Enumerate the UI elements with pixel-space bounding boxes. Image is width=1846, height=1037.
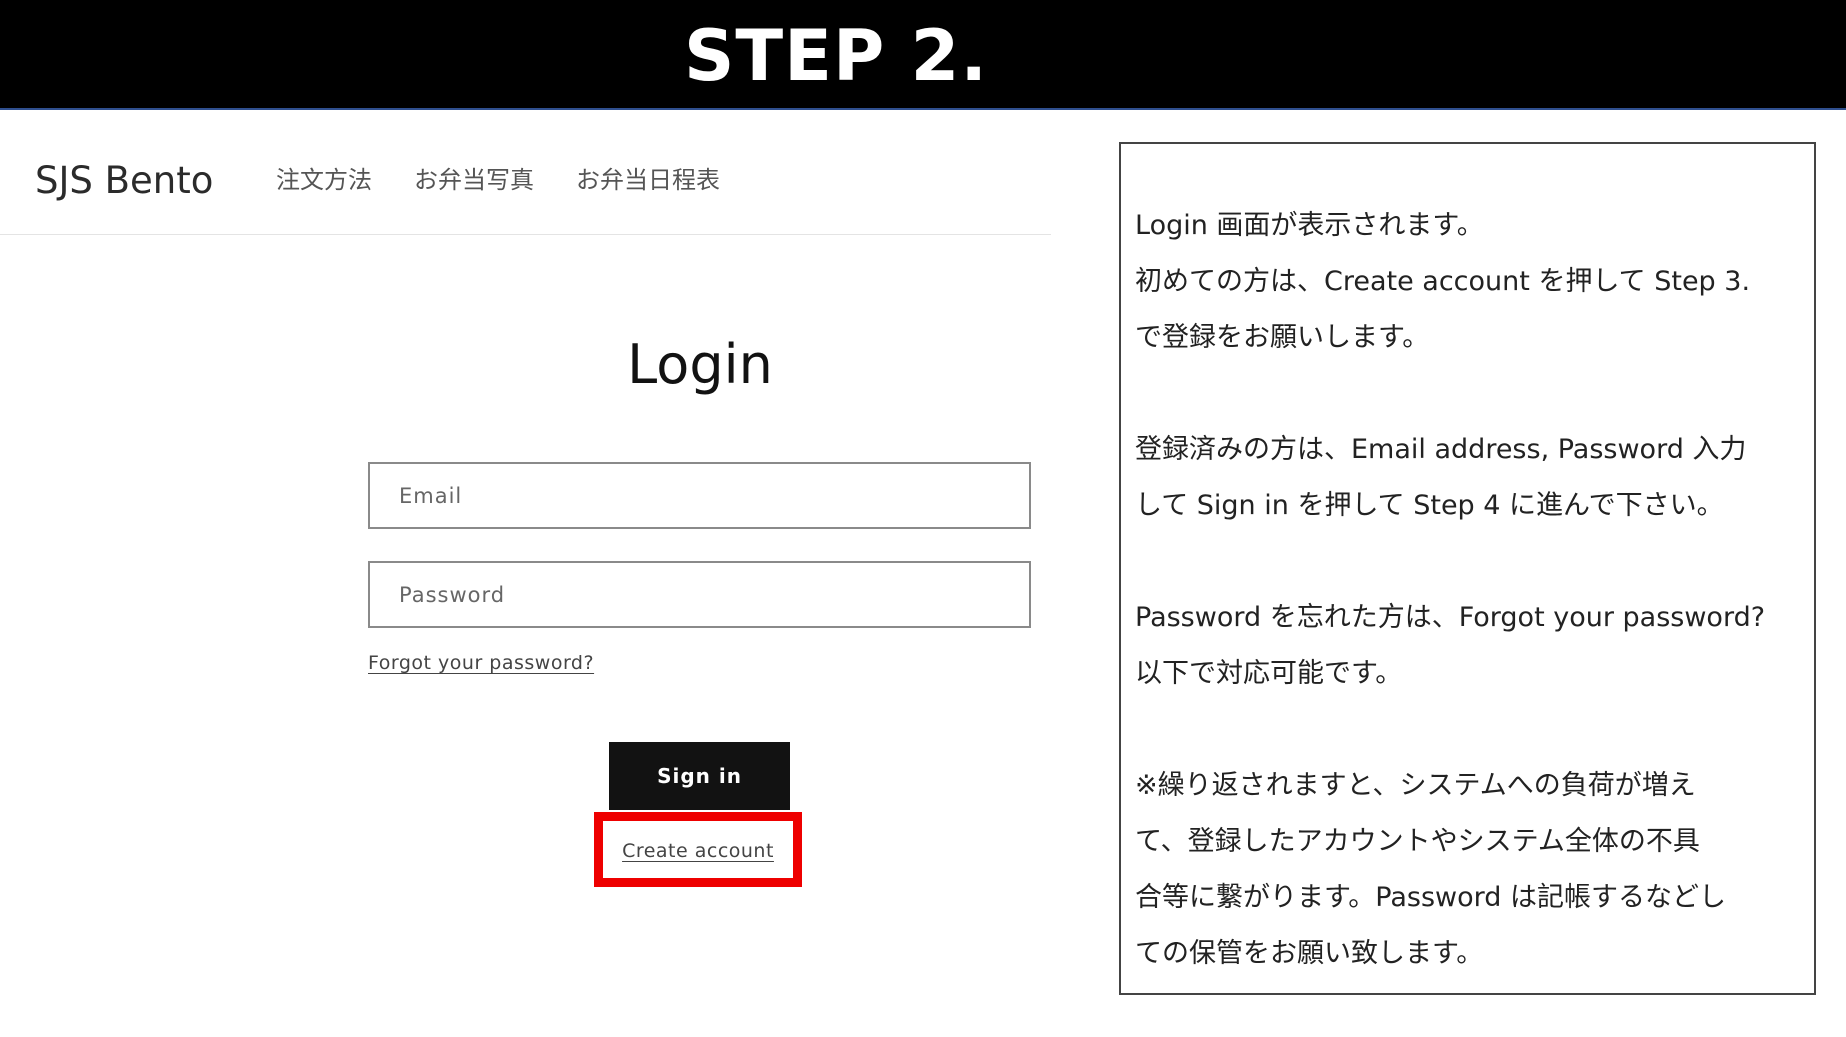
step-banner: STEP 2. [0, 0, 1846, 110]
email-input[interactable] [368, 462, 1031, 529]
nav-item-order-method[interactable]: 注文方法 [276, 160, 372, 200]
login-title: Login [627, 333, 773, 396]
site-nav: 注文方法 お弁当写真 お弁当日程表 [276, 160, 720, 200]
instruction-paragraph: ※繰り返されますと、システムへの負荷が増え て、登録したアカウントやシステム全体… [1135, 770, 1726, 969]
header-divider [0, 234, 1051, 235]
instruction-paragraph: Login 画面が表示されます。 初めての方は、Create account を… [1135, 210, 1751, 353]
site-brand[interactable]: SJS Bento [35, 156, 213, 206]
instruction-panel: Login 画面が表示されます。 初めての方は、Create account を… [1119, 142, 1816, 995]
nav-item-bento-photos[interactable]: お弁当写真 [414, 160, 534, 200]
create-account-link[interactable]: Create account [594, 836, 802, 866]
password-input[interactable] [368, 561, 1031, 628]
instruction-paragraph: 登録済みの方は、Email address, Password 入力 して Si… [1135, 434, 1747, 521]
sign-in-button[interactable]: Sign in [609, 742, 790, 810]
forgot-password-link[interactable]: Forgot your password? [368, 648, 594, 678]
step-title: STEP 2. [684, 15, 988, 97]
instruction-paragraph: Password を忘れた方は、Forgot your password? 以下… [1135, 602, 1766, 689]
nav-item-bento-schedule[interactable]: お弁当日程表 [576, 160, 720, 200]
